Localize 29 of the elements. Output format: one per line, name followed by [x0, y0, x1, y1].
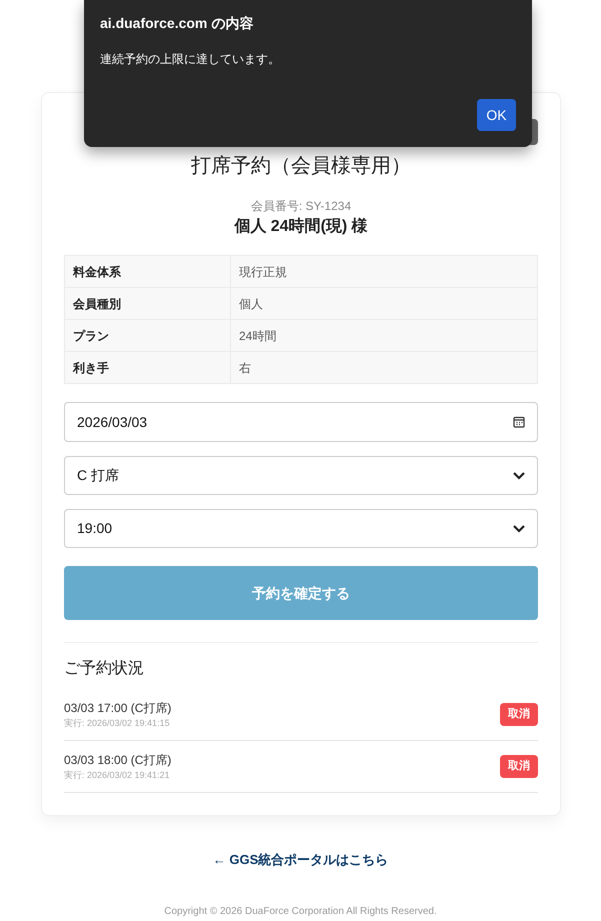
executed-time: 実行: 2026/03/02 19:41:21	[64, 768, 171, 782]
section-title: ご予約状況	[64, 659, 145, 679]
cancel-button[interactable]: 取消	[500, 703, 538, 726]
copyright-text: Copyright © 2026 DuaForce Corporation All Rights Reserved.	[164, 904, 437, 918]
table-cell: 24時間	[230, 320, 538, 352]
page-title: 打席予約（会員様専用）	[190, 154, 412, 179]
ok-button[interactable]: OK	[477, 99, 516, 131]
executed-time: 実行: 2026/03/02 19:41:15	[64, 716, 171, 730]
member-number: 会員番号: SY-1234	[250, 198, 352, 215]
table-cell: プラン	[64, 320, 230, 352]
dialog-title: ai.duaforce.com の内容	[100, 14, 254, 33]
reservation-slot: 03/03 18:00 (C打席)	[64, 750, 172, 769]
table-cell: 右	[230, 352, 538, 384]
table-cell: 個人	[230, 288, 538, 320]
bay-select[interactable]: C 打席	[64, 456, 538, 495]
table-cell: 現行正規	[230, 256, 538, 288]
calendar-icon	[513, 416, 525, 428]
portal-link[interactable]: ← GGS統合ポータルはこちら	[212, 850, 388, 870]
dialog-message: 連続予約の上限に達しています。	[100, 51, 281, 68]
member-name: 個人 24時間(現) 様	[233, 216, 369, 237]
date-field[interactable]: 2026/03/03	[64, 402, 538, 442]
time-select[interactable]: 19:00	[64, 509, 538, 548]
table-cell: 利き手	[64, 352, 230, 384]
table-cell: 会員種別	[64, 288, 230, 320]
chevron-down-icon	[513, 524, 525, 532]
chevron-down-icon	[513, 472, 525, 480]
cancel-button[interactable]: 取消	[500, 755, 538, 778]
reservation-slot: 03/03 17:00 (C打席)	[64, 698, 172, 717]
table-cell: 料金体系	[64, 256, 230, 288]
